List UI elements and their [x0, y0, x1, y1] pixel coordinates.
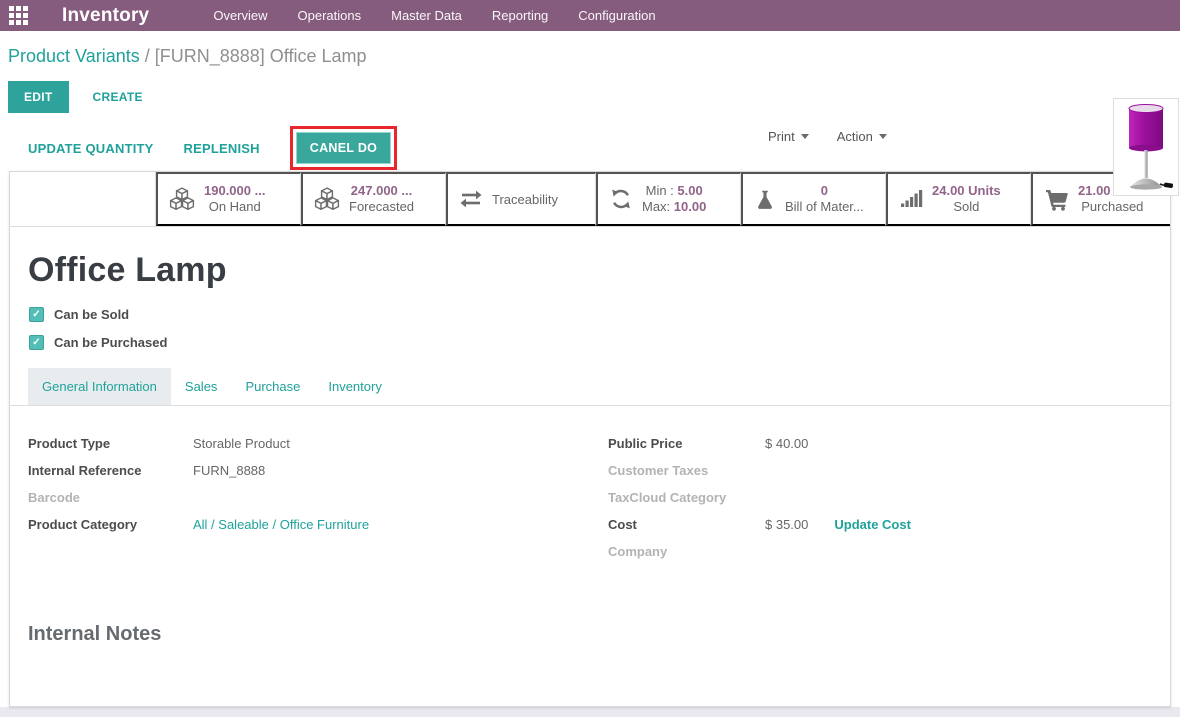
tab-general-information[interactable]: General Information: [28, 368, 171, 405]
office-lamp-photo: [1116, 102, 1176, 192]
cubes-icon: [314, 186, 340, 212]
nav-item-reporting[interactable]: Reporting: [492, 8, 548, 23]
sold-value: 24.00 Units: [932, 183, 1001, 199]
sold-label: Sold: [953, 199, 979, 214]
internal-reference-field: Internal Reference FURN_8888: [28, 463, 590, 490]
on-hand-stat-button[interactable]: 190.000 ... On Hand: [156, 172, 301, 226]
public-price-value: $ 40.00: [765, 436, 808, 451]
nav-item-configuration[interactable]: Configuration: [578, 8, 655, 23]
bar-chart-icon: [899, 187, 923, 211]
product-image: [1113, 98, 1179, 196]
cost-field: Cost $ 35.00 Update Cost: [608, 517, 1152, 544]
internal-notes-heading: Internal Notes: [28, 623, 1152, 646]
tab-purchase[interactable]: Purchase: [231, 368, 314, 405]
product-type-label: Product Type: [28, 436, 193, 451]
control-panel: Product Variants / [FURN_8888] Office La…: [0, 31, 1180, 171]
sold-stat-button[interactable]: 24.00 Units Sold: [886, 172, 1031, 226]
bom-stat-button[interactable]: 0 Bill of Mater...: [741, 172, 886, 226]
action-dropdown[interactable]: Action: [837, 129, 887, 144]
print-dropdown[interactable]: Print: [768, 129, 809, 144]
refresh-icon: [609, 187, 633, 211]
main-menu: Overview Operations Master Data Reportin…: [213, 8, 655, 23]
print-dropdown-label: Print: [768, 129, 795, 144]
public-price-field: Public Price $ 40.00: [608, 436, 1152, 463]
forecasted-label: Forecasted: [349, 199, 414, 214]
public-price-label: Public Price: [608, 436, 765, 451]
app-title[interactable]: Inventory: [62, 5, 149, 27]
reordering-rules-stat-button[interactable]: Min : 5.00 Max: 10.00: [596, 172, 741, 226]
purchased-label: Purchased: [1081, 199, 1143, 214]
max-label: Max:: [642, 199, 670, 214]
traceability-stat-button[interactable]: Traceability: [446, 172, 596, 226]
create-button[interactable]: CREATE: [93, 90, 143, 104]
on-hand-label: On Hand: [209, 199, 261, 214]
annotation-highlight-box: CANEL DO: [290, 126, 397, 170]
barcode-field: Barcode: [28, 490, 590, 517]
internal-reference-value: FURN_8888: [193, 463, 265, 478]
company-label: Company: [608, 544, 765, 559]
customer-taxes-field: Customer Taxes: [608, 463, 1152, 490]
company-field: Company: [608, 544, 1152, 571]
internal-reference-label: Internal Reference: [28, 463, 193, 478]
nav-item-overview[interactable]: Overview: [213, 8, 267, 23]
barcode-label: Barcode: [28, 490, 193, 505]
replenish-button[interactable]: REPLENISH: [184, 141, 260, 156]
forecasted-stat-button[interactable]: 247.000 ... Forecasted: [301, 172, 446, 226]
can-be-purchased-checkbox[interactable]: [29, 335, 44, 350]
edit-button[interactable]: EDIT: [8, 81, 69, 113]
page-background-strip: [0, 707, 1180, 717]
breadcrumb-parent[interactable]: Product Variants: [8, 46, 140, 66]
apps-grid-icon[interactable]: [9, 6, 28, 25]
min-label: Min :: [646, 183, 674, 198]
top-navbar: Inventory Overview Operations Master Dat…: [0, 0, 1180, 31]
nav-item-master-data[interactable]: Master Data: [391, 8, 462, 23]
flask-icon: [754, 187, 776, 211]
product-title: Office Lamp: [28, 251, 1152, 290]
product-type-field: Product Type Storable Product: [28, 436, 590, 463]
customer-taxes-label: Customer Taxes: [608, 463, 765, 478]
bom-value: 0: [785, 183, 864, 199]
product-category-label: Product Category: [28, 517, 193, 532]
product-category-link[interactable]: All / Saleable / Office Furniture: [193, 517, 369, 532]
nav-item-operations[interactable]: Operations: [298, 8, 362, 23]
product-type-value: Storable Product: [193, 436, 290, 451]
cart-icon: [1044, 187, 1069, 211]
min-value: 5.00: [677, 183, 702, 198]
breadcrumb-current: [FURN_8888] Office Lamp: [155, 46, 367, 66]
can-be-purchased-label: Can be Purchased: [54, 335, 167, 350]
forecasted-value: 247.000 ...: [349, 183, 414, 199]
product-category-field: Product Category All / Saleable / Office…: [28, 517, 590, 544]
cost-value: $ 35.00: [765, 517, 808, 532]
exchange-icon: [459, 187, 483, 211]
stat-button-row: 190.000 ... On Hand 247.000 ... Forecast…: [10, 172, 1170, 227]
object-buttons-row: UPDATE QUANTITY REPLENISH CANEL DO: [8, 125, 1180, 171]
product-form-sheet: 190.000 ... On Hand 247.000 ... Forecast…: [9, 171, 1171, 707]
breadcrumb-separator: /: [140, 46, 155, 66]
caret-down-icon: [879, 134, 887, 139]
max-value: 10.00: [674, 199, 707, 214]
notebook-tabs: General Information Sales Purchase Inven…: [10, 368, 1170, 406]
tab-sales[interactable]: Sales: [171, 368, 232, 405]
tab-inventory[interactable]: Inventory: [314, 368, 395, 405]
update-quantity-button[interactable]: UPDATE QUANTITY: [28, 141, 154, 156]
cubes-icon: [169, 186, 195, 212]
cancel-do-button[interactable]: CANEL DO: [296, 132, 391, 164]
action-dropdown-label: Action: [837, 129, 873, 144]
cost-label: Cost: [608, 517, 765, 532]
update-cost-button[interactable]: Update Cost: [834, 517, 911, 532]
taxcloud-category-label: TaxCloud Category: [608, 490, 765, 505]
general-information-form: Product Type Storable Product Internal R…: [28, 406, 1152, 571]
can-be-sold-label: Can be Sold: [54, 307, 129, 322]
can-be-sold-checkbox[interactable]: [29, 307, 44, 322]
on-hand-value: 190.000 ...: [204, 183, 265, 199]
bom-label: Bill of Mater...: [785, 199, 864, 214]
caret-down-icon: [801, 134, 809, 139]
taxcloud-category-field: TaxCloud Category: [608, 490, 1152, 517]
stat-row-spacer: [10, 172, 156, 226]
traceability-label: Traceability: [492, 192, 558, 207]
breadcrumb: Product Variants / [FURN_8888] Office La…: [8, 46, 1180, 67]
